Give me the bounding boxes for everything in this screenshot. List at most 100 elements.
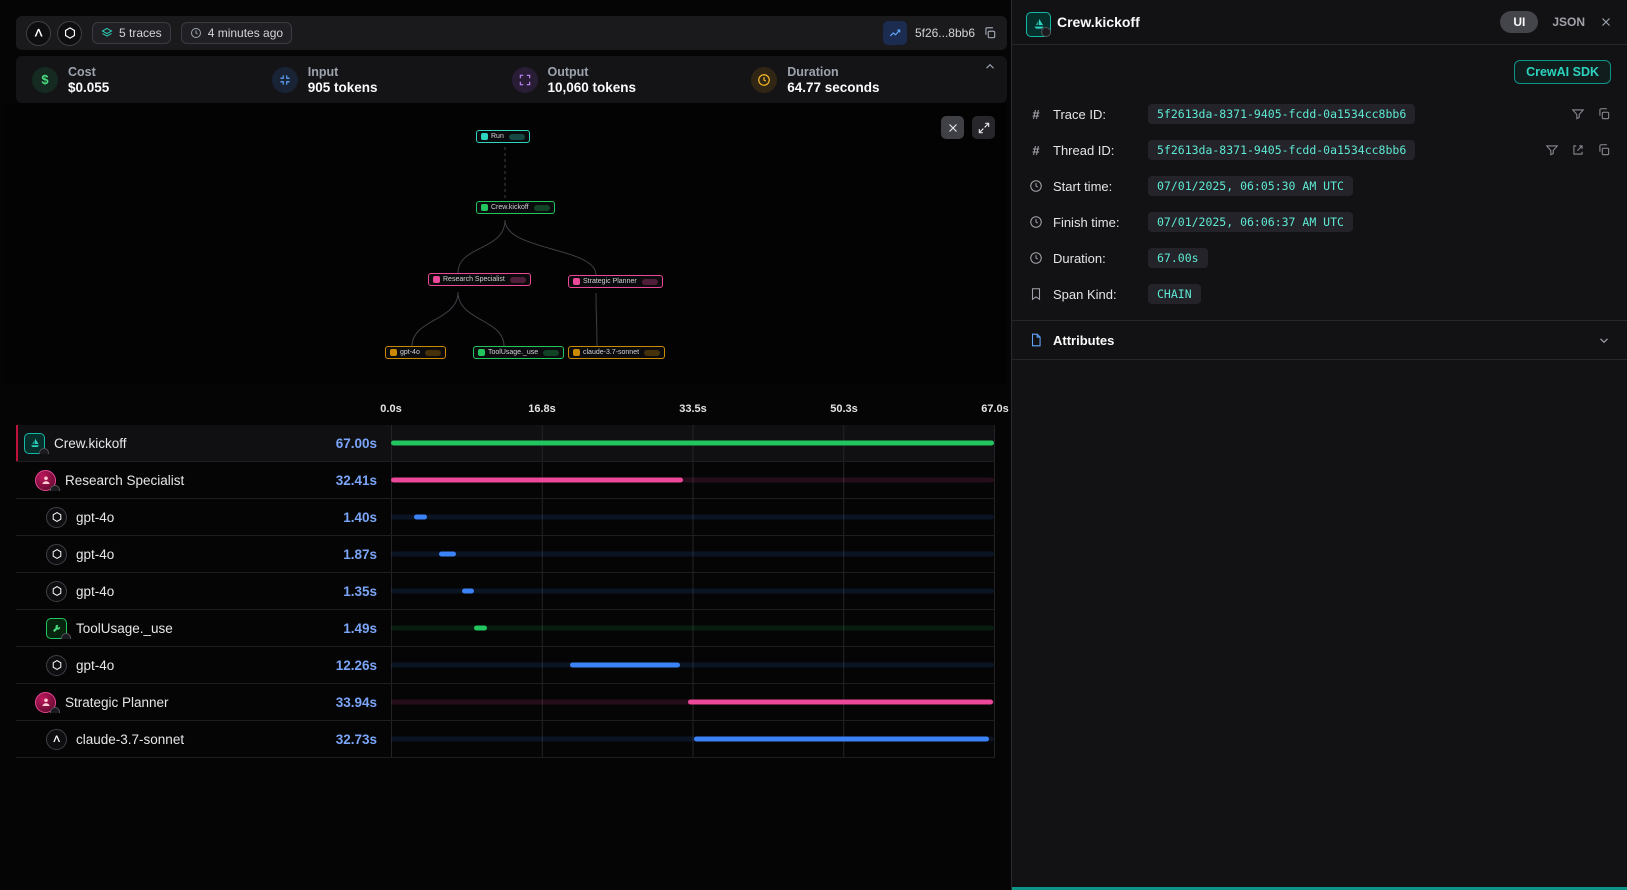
span-duration: 1.35s bbox=[311, 584, 391, 599]
sdk-badge[interactable]: CrewAI SDK bbox=[1514, 60, 1611, 84]
span-duration: 67.00s bbox=[311, 436, 391, 451]
field-value: 07/01/2025, 06:05:30 AM UTC bbox=[1148, 176, 1353, 196]
node-icon bbox=[481, 204, 488, 211]
span-row-research-specialist[interactable]: Research Specialist 32.41s bbox=[16, 462, 995, 499]
attributes-label: Attributes bbox=[1053, 333, 1114, 348]
timeline-bar bbox=[474, 626, 487, 631]
node-status-pill bbox=[642, 279, 658, 285]
stat-label: Duration bbox=[787, 65, 879, 79]
axis-tick: 67.0s bbox=[981, 403, 1009, 415]
graph-node-run[interactable]: Run bbox=[476, 130, 530, 143]
node-icon bbox=[433, 276, 440, 283]
fullscreen-button[interactable] bbox=[972, 116, 995, 139]
copy-icon[interactable] bbox=[983, 26, 997, 40]
external-link-icon[interactable] bbox=[1571, 143, 1585, 157]
span-bar-lane bbox=[391, 721, 995, 757]
node-icon bbox=[390, 349, 397, 356]
sdk-mini-badge bbox=[39, 448, 49, 454]
chevron-down-icon bbox=[1597, 333, 1611, 347]
traces-count-badge[interactable]: 5 traces bbox=[92, 22, 171, 44]
trace-short-id: 5f26...8bb6 bbox=[915, 26, 975, 40]
copy-icon[interactable] bbox=[1597, 143, 1611, 157]
span-bar-lane bbox=[391, 536, 995, 572]
node-status-pill bbox=[534, 205, 550, 211]
attributes-section-toggle[interactable]: Attributes bbox=[1012, 320, 1627, 360]
node-label: Strategic Planner bbox=[583, 278, 637, 285]
trace-graph-canvas[interactable]: Run Crew.kickoff Research Specialist Str… bbox=[4, 103, 1007, 385]
span-duration: 1.49s bbox=[311, 621, 391, 636]
span-duration: 33.94s bbox=[311, 695, 391, 710]
span-bar-lane bbox=[391, 573, 995, 609]
field-start-time: Start time: 07/01/2025, 06:05:30 AM UTC bbox=[1012, 168, 1627, 204]
graph-node-claude[interactable]: claude-3.7-sonnet bbox=[568, 346, 665, 359]
graph-node-toolusage[interactable]: ToolUsage._use bbox=[473, 346, 564, 359]
node-status-pill bbox=[543, 350, 559, 356]
stat-label: Cost bbox=[68, 65, 109, 79]
anthropic-logo-icon bbox=[46, 729, 67, 750]
filter-icon[interactable] bbox=[1545, 143, 1559, 157]
span-name: gpt-4o bbox=[76, 510, 114, 525]
field-value: 67.00s bbox=[1148, 248, 1208, 268]
span-duration: 32.41s bbox=[311, 473, 391, 488]
timeline-bar bbox=[391, 478, 683, 483]
time-ago-label: 4 minutes ago bbox=[208, 26, 283, 40]
graph-node-gpt-4o[interactable]: gpt-4o bbox=[385, 346, 446, 359]
timeline-track bbox=[391, 663, 994, 668]
node-label: Research Specialist bbox=[443, 276, 505, 283]
view-toggle-ui[interactable]: UI bbox=[1500, 11, 1538, 33]
span-row-claude[interactable]: claude-3.7-sonnet 32.73s bbox=[16, 721, 995, 758]
field-label: Span Kind: bbox=[1053, 287, 1139, 302]
field-label: Start time: bbox=[1053, 179, 1139, 194]
sdk-mini-badge bbox=[1041, 27, 1051, 37]
clock-icon bbox=[751, 67, 777, 93]
timeline-bar bbox=[439, 552, 456, 557]
field-label: Duration: bbox=[1053, 251, 1139, 266]
view-toggle-json[interactable]: JSON bbox=[1552, 15, 1585, 29]
span-bar-lane bbox=[391, 462, 995, 498]
span-name: Crew.kickoff bbox=[54, 436, 127, 451]
node-icon bbox=[478, 349, 485, 356]
copy-icon[interactable] bbox=[1597, 107, 1611, 121]
timeline-track bbox=[391, 552, 994, 557]
trend-chart-button[interactable] bbox=[883, 21, 907, 45]
field-span-kind: Span Kind: CHAIN bbox=[1012, 276, 1627, 312]
span-row-strategic-planner[interactable]: Strategic Planner 33.94s bbox=[16, 684, 995, 721]
node-label: gpt-4o bbox=[400, 349, 420, 356]
span-row-toolusage[interactable]: ToolUsage._use 1.49s bbox=[16, 610, 995, 647]
span-row-gpt-4o[interactable]: gpt-4o 12.26s bbox=[16, 647, 995, 684]
graph-node-research-specialist[interactable]: Research Specialist bbox=[428, 273, 531, 286]
axis-tick: 16.8s bbox=[528, 403, 556, 415]
span-bar-lane bbox=[391, 684, 995, 720]
graph-node-strategic-planner[interactable]: Strategic Planner bbox=[568, 275, 663, 288]
dollar-icon: $ bbox=[32, 67, 58, 93]
field-value: 07/01/2025, 06:06:37 AM UTC bbox=[1148, 212, 1353, 232]
axis-tick: 50.3s bbox=[830, 403, 858, 415]
span-name: Strategic Planner bbox=[65, 695, 169, 710]
close-graph-button[interactable] bbox=[941, 116, 964, 139]
field-trace-id: # Trace ID: 5f2613da-8371-9405-fcdd-0a15… bbox=[1012, 96, 1627, 132]
span-row-gpt-4o[interactable]: gpt-4o 1.40s bbox=[16, 499, 995, 536]
close-icon[interactable] bbox=[1599, 15, 1613, 29]
time-ago-badge: 4 minutes ago bbox=[181, 22, 292, 44]
filter-icon[interactable] bbox=[1571, 107, 1585, 121]
stat-output: Output 10,060 tokens bbox=[512, 65, 752, 95]
span-row-crew-kickoff[interactable]: Crew.kickoff 67.00s bbox=[16, 425, 995, 462]
span-bar-lane bbox=[391, 610, 995, 646]
span-row-gpt-4o[interactable]: gpt-4o 1.35s bbox=[16, 573, 995, 610]
node-label: Run bbox=[491, 133, 504, 140]
span-row-gpt-4o[interactable]: gpt-4o 1.87s bbox=[16, 536, 995, 573]
span-duration: 1.40s bbox=[311, 510, 391, 525]
span-name: gpt-4o bbox=[76, 584, 114, 599]
anthropic-logo-icon bbox=[26, 21, 51, 46]
span-name: claude-3.7-sonnet bbox=[76, 732, 184, 747]
graph-node-crew-kickoff[interactable]: Crew.kickoff bbox=[476, 201, 555, 214]
sdk-mini-badge bbox=[50, 707, 60, 713]
crew-logo-icon bbox=[24, 433, 45, 454]
timeline-bar bbox=[391, 441, 994, 446]
clock-icon bbox=[190, 27, 202, 39]
node-icon bbox=[481, 133, 488, 140]
sidebar-header: Crew.kickoff UI JSON bbox=[1012, 0, 1627, 44]
field-value: CHAIN bbox=[1148, 284, 1201, 304]
chevron-up-icon[interactable] bbox=[983, 60, 997, 74]
node-status-pill bbox=[510, 277, 526, 283]
